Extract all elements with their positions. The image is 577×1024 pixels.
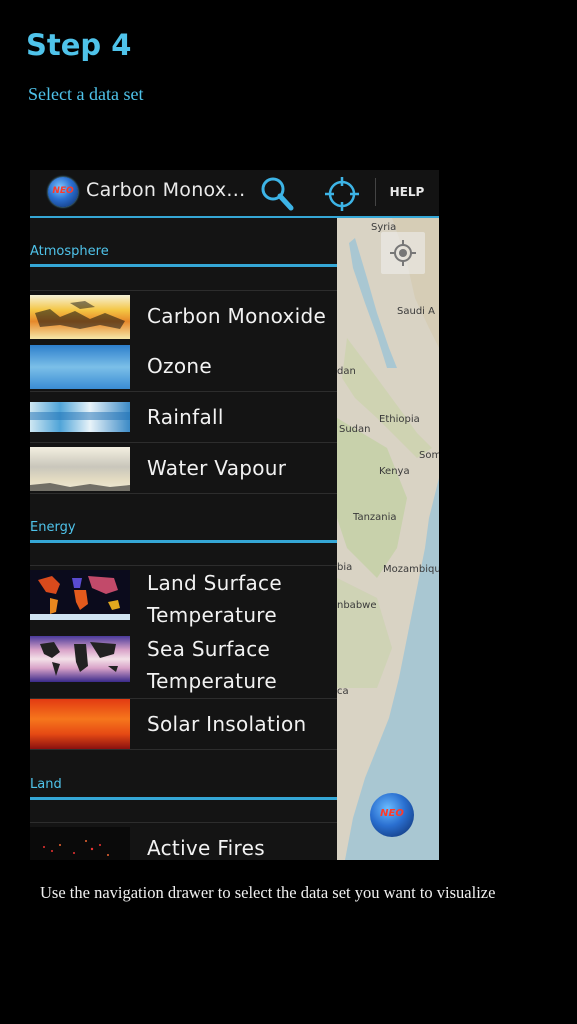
section-header-label: Energy [30,520,76,535]
map-label: ca [337,686,349,697]
drawer-item-active-fires[interactable]: Active Fires [30,822,337,860]
drawer-item-rainfall[interactable]: Rainfall [30,392,337,443]
ozone-thumbnail [30,345,130,389]
drawer-item-carbon-monoxide[interactable]: Carbon Monoxide [30,290,337,342]
drawer-item-ozone[interactable]: Ozone [30,341,337,392]
drawer-item-water-vapour[interactable]: Water Vapour [30,443,337,494]
app-logo-icon[interactable]: NEO [48,177,78,207]
map-label: Saudi A [397,306,435,317]
map-view[interactable]: Syria Saudi A dan Ethiopia Sudan Som Ken… [337,218,439,860]
instruction-caption: Use the navigation drawer to select the … [40,883,496,902]
navigation-drawer: Atmosphere Carbon Monoxide Ozone Rainfal… [30,218,337,860]
map-label: Kenya [379,466,410,477]
map-label: Mozambiqu [383,564,439,575]
search-button[interactable] [257,174,297,214]
action-bar-divider [375,178,376,206]
land-surface-temperature-thumbnail [30,570,130,620]
drawer-item-label: Sea Surface Temperature [147,637,277,693]
active-fires-thumbnail [30,827,130,860]
drawer-item-solar-insolation[interactable]: Solar Insolation [30,699,337,750]
section-header-energy: Energy [30,516,337,543]
drawer-item-label: Rainfall [147,405,224,429]
dataset-title[interactable]: Carbon Monox... [86,179,245,201]
help-button[interactable]: HELP [385,185,429,199]
sea-surface-temperature-thumbnail [30,636,130,682]
map-label: bia [337,562,353,573]
section-header-atmosphere: Atmosphere [30,240,337,267]
locate-icon [325,177,359,211]
app-logo-text: NEO [52,186,74,196]
search-icon [261,177,294,211]
water-vapour-thumbnail [30,447,130,491]
map-label: Ethiopia [379,414,420,425]
map-label: dan [337,366,356,377]
drawer-item-label: Ozone [147,354,212,378]
drawer-item-label: Water Vapour [147,456,287,480]
step-title: Step 4 [26,28,132,62]
map-label: Som [419,450,439,461]
drawer-item-label: Solar Insolation [147,712,307,736]
map-label: Tanzania [353,512,397,523]
my-location-icon [390,240,416,266]
map-neo-logo-icon[interactable]: NEO [370,793,414,837]
step-subtitle: Select a data set [28,84,144,104]
map-label: Sudan [339,424,371,435]
map-label: nbabwe [337,600,377,611]
action-bar: NEO Carbon Monox... HELP [30,170,439,218]
drawer-item-label: Land Surface Temperature [147,571,282,627]
section-header-label: Atmosphere [30,244,109,259]
section-header-land: Land [30,773,337,800]
rainfall-thumbnail [30,402,130,432]
solar-insolation-thumbnail [30,699,130,749]
carbon-monoxide-thumbnail [30,295,130,339]
phone-screenshot: NEO Carbon Monox... HELP Syria Saudi A d… [30,170,439,860]
drawer-item-land-surface-temperature[interactable]: Land Surface Temperature [30,565,337,633]
drawer-item-label: Active Fires [147,836,265,860]
section-header-label: Land [30,777,62,792]
map-my-location-button[interactable] [381,232,425,274]
locate-button[interactable] [322,174,362,214]
drawer-item-label: Carbon Monoxide [147,304,327,328]
drawer-item-sea-surface-temperature[interactable]: Sea Surface Temperature [30,632,337,699]
map-logo-text: NEO [380,808,404,819]
